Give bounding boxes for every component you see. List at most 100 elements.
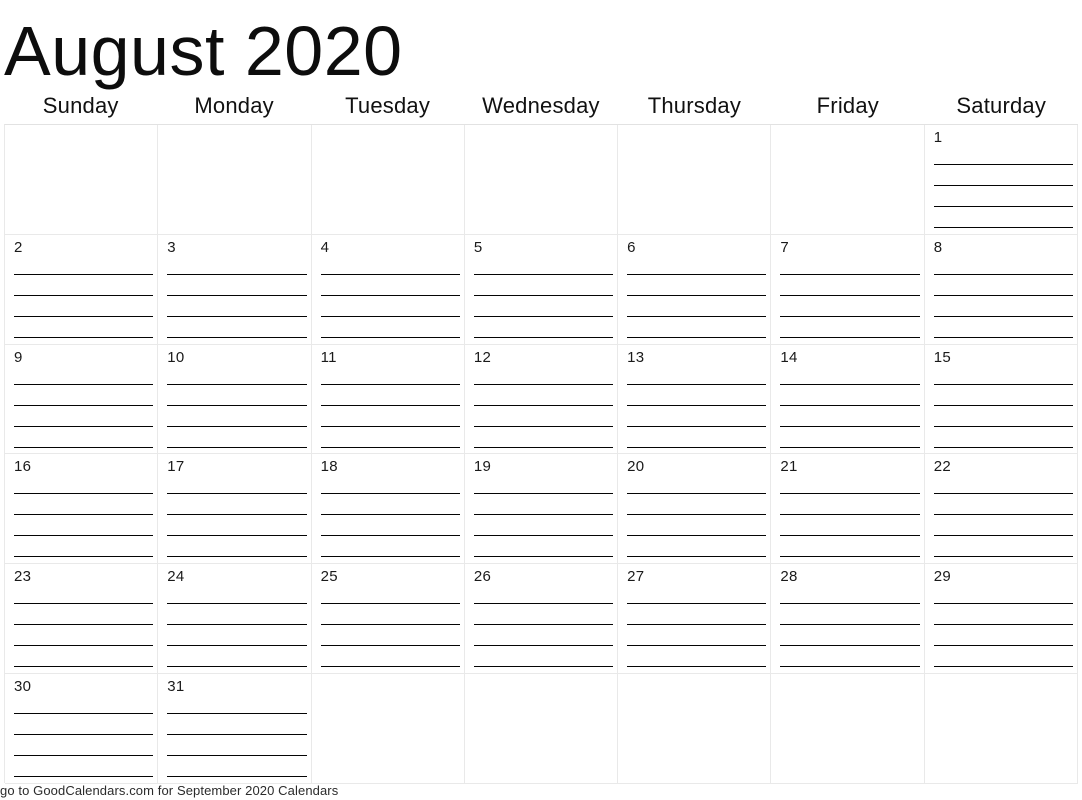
note-line-2 [780, 294, 920, 296]
day-cell-2[interactable]: 2 [5, 234, 159, 345]
day-cell-13[interactable]: 13 [618, 344, 772, 455]
day-cell-6[interactable]: 6 [618, 234, 772, 345]
day-cell-1[interactable]: 1 [924, 125, 1078, 235]
note-line-3 [167, 755, 307, 757]
note-line-2 [780, 624, 920, 626]
footer-link[interactable]: go to GoodCalendars.com for September 20… [0, 782, 1082, 800]
note-line-1 [627, 493, 767, 495]
day-cell-12[interactable]: 12 [464, 344, 619, 455]
day-cell-empty-wednesday-w1 [464, 125, 619, 235]
note-line-1 [473, 383, 614, 385]
note-line-1 [933, 273, 1073, 275]
note-line-2 [780, 404, 920, 406]
day-cell-25[interactable]: 25 [311, 564, 465, 675]
day-cell-22[interactable]: 22 [924, 454, 1078, 565]
note-lines [627, 257, 767, 342]
note-line-4 [167, 666, 307, 668]
day-cell-16[interactable]: 16 [5, 454, 159, 565]
note-line-1 [780, 383, 920, 385]
note-line-3 [627, 315, 767, 317]
note-line-2 [627, 624, 767, 626]
note-lines [780, 257, 920, 342]
day-cell-8[interactable]: 8 [924, 234, 1078, 345]
note-lines [627, 586, 767, 671]
day-cell-11[interactable]: 11 [311, 344, 465, 455]
page-title: August 2020 [4, 12, 403, 90]
note-lines [320, 586, 460, 671]
date-number: 18 [320, 458, 338, 476]
note-line-2 [14, 624, 154, 626]
note-line-1 [14, 273, 154, 275]
note-line-1 [167, 383, 307, 385]
date-number: 5 [473, 238, 483, 256]
note-line-3 [627, 535, 767, 537]
note-line-4 [780, 336, 920, 338]
note-lines [473, 257, 614, 342]
date-number: 1 [933, 129, 943, 146]
note-line-3 [320, 315, 460, 317]
weekday-header-friday: Friday [816, 93, 879, 118]
note-line-4 [167, 556, 307, 558]
day-cell-30[interactable]: 30 [5, 674, 159, 784]
day-cell-28[interactable]: 28 [771, 564, 925, 675]
day-cell-9[interactable]: 9 [5, 344, 159, 455]
date-number: 23 [14, 568, 32, 586]
day-cell-26[interactable]: 26 [464, 564, 619, 675]
weekday-header-saturday: Saturday [956, 93, 1047, 118]
weekday-header-row: Sunday Monday Tuesday Wednesday Thursday… [4, 91, 1078, 123]
day-cell-10[interactable]: 10 [158, 344, 312, 455]
note-line-1 [627, 273, 767, 275]
day-cell-29[interactable]: 29 [924, 564, 1078, 675]
note-line-4 [14, 446, 154, 448]
note-line-1 [320, 273, 460, 275]
day-cell-20[interactable]: 20 [618, 454, 772, 565]
day-cell-empty-thursday-w1 [618, 125, 772, 235]
day-cell-17[interactable]: 17 [158, 454, 312, 565]
day-cell-21[interactable]: 21 [771, 454, 925, 565]
weekday-header-thursday: Thursday [647, 93, 742, 118]
date-number: 22 [933, 458, 951, 476]
calendar-page: August 2020 Sunday Monday Tuesday Wednes… [0, 0, 1082, 800]
note-line-2 [167, 294, 307, 296]
note-line-4 [933, 227, 1073, 228]
calendar-week-row: 1 [5, 125, 1078, 235]
note-line-1 [627, 383, 767, 385]
day-cell-3[interactable]: 3 [158, 234, 312, 345]
day-cell-19[interactable]: 19 [464, 454, 619, 565]
note-lines [14, 367, 154, 452]
day-cell-27[interactable]: 27 [618, 564, 772, 675]
day-cell-7[interactable]: 7 [771, 234, 925, 345]
date-number: 13 [627, 348, 645, 366]
note-line-4 [473, 336, 614, 338]
note-line-2 [933, 294, 1073, 296]
note-line-2 [320, 514, 460, 516]
note-lines [627, 367, 767, 452]
note-line-4 [14, 556, 154, 558]
note-line-2 [473, 624, 614, 626]
weekday-header-tuesday: Tuesday [345, 93, 431, 118]
day-cell-14[interactable]: 14 [771, 344, 925, 455]
note-line-4 [473, 446, 614, 448]
note-line-2 [627, 514, 767, 516]
note-line-4 [933, 556, 1073, 558]
day-cell-empty-friday-w6 [771, 674, 925, 784]
note-lines [167, 696, 307, 781]
day-cell-23[interactable]: 23 [5, 564, 159, 675]
day-cell-24[interactable]: 24 [158, 564, 312, 675]
day-cell-5[interactable]: 5 [464, 234, 619, 345]
note-line-1 [167, 713, 307, 715]
note-line-3 [14, 645, 154, 647]
date-number: 16 [14, 458, 32, 476]
note-lines [14, 257, 154, 342]
note-line-4 [167, 446, 307, 448]
note-line-3 [14, 315, 154, 317]
day-cell-15[interactable]: 15 [924, 344, 1078, 455]
note-line-3 [320, 425, 460, 427]
note-line-4 [780, 556, 920, 558]
day-cell-18[interactable]: 18 [311, 454, 465, 565]
date-number: 10 [167, 348, 185, 366]
note-line-3 [780, 645, 920, 647]
note-line-4 [167, 776, 307, 778]
day-cell-31[interactable]: 31 [158, 674, 312, 784]
day-cell-4[interactable]: 4 [311, 234, 465, 345]
